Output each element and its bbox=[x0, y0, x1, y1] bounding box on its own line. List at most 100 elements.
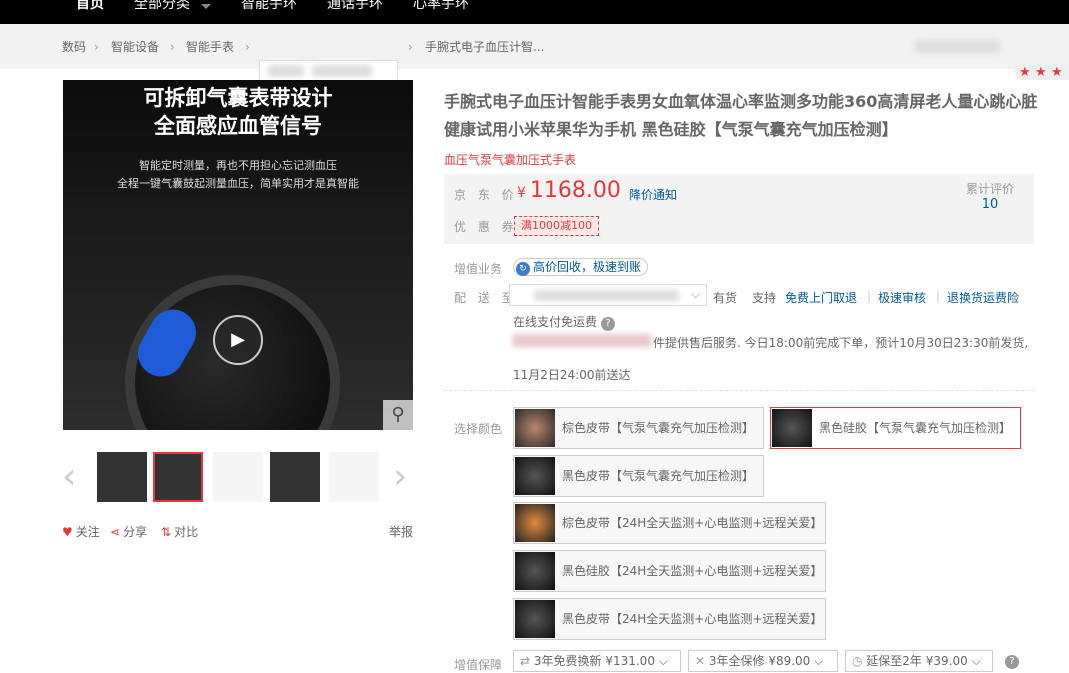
warranty-label: 增值保障 bbox=[454, 658, 503, 672]
breadcrumb-separator-icon: › bbox=[170, 40, 175, 54]
option-thumbnail bbox=[515, 457, 555, 495]
star-icon: ★ bbox=[1051, 65, 1063, 80]
blurred-shop-name bbox=[268, 65, 304, 77]
divider: | bbox=[867, 289, 872, 303]
zoom-icon[interactable]: ⚲ bbox=[383, 400, 413, 430]
warranty-option[interactable]: ◷ 延保至2年 ¥39.00 ⌵ bbox=[845, 650, 993, 672]
option-thumbnail bbox=[515, 504, 555, 542]
option-thumbnail bbox=[515, 409, 555, 447]
breadcrumb: 数码 › 智能设备 › 智能手表 › › 手腕式电子血压计智... ★ ★ ★ bbox=[0, 24, 1069, 82]
recycle-icon: ↻ bbox=[516, 262, 530, 276]
option-thumbnail bbox=[515, 600, 555, 638]
breadcrumb-item[interactable]: 智能设备 bbox=[111, 40, 159, 54]
price-amount: 1168.00 bbox=[529, 178, 621, 203]
shipping-eta: 件提供售后服务. 今日18:00前完成下单，预计10月30日23:30前发货, bbox=[653, 336, 1029, 350]
follow-label: 关注 bbox=[75, 525, 100, 539]
shipping-eta-2: 11月2日24:00前送达 bbox=[513, 368, 631, 382]
shop-name-box[interactable] bbox=[259, 60, 398, 82]
color-option[interactable]: 棕色皮带【气泵气囊充气加压检测】 bbox=[513, 407, 764, 449]
breadcrumb-item[interactable]: 智能手表 bbox=[186, 40, 234, 54]
nav-all-categories[interactable]: 全部分类 bbox=[134, 0, 190, 12]
option-label: 棕色皮带【气泵气囊充气加压检测】 bbox=[562, 421, 755, 435]
product-subtitle[interactable]: 血压气泵气囊加压式手表 bbox=[444, 151, 576, 168]
thumb-next-arrow-icon[interactable]: › bbox=[393, 455, 407, 499]
chevron-down-icon: ⌵ bbox=[814, 654, 824, 668]
price-label: 京 东 价 bbox=[454, 188, 518, 202]
option-label: 黑色硅胶【24H全天监测+心电监测+远程关爱】 bbox=[562, 564, 823, 578]
blurred-address bbox=[534, 290, 679, 301]
coupon-label: 优 惠 券 bbox=[454, 220, 518, 234]
color-option-selected[interactable]: 黑色硅胶【气泵气囊充气加压检测】 bbox=[770, 407, 1021, 449]
reviews-count: 10 bbox=[981, 197, 999, 212]
image-caption: 全程一键气囊鼓起测量血压，简单实用才是真智能 bbox=[117, 177, 359, 190]
store-rating: ★ ★ ★ bbox=[1015, 64, 1069, 80]
address-selector[interactable]: ⌵ bbox=[509, 284, 707, 306]
service-return-insurance-link[interactable]: 退换货运费险 bbox=[947, 289, 1019, 306]
value-added-label: 增值业务 bbox=[454, 262, 503, 276]
nav-home[interactable]: 首页 bbox=[76, 0, 104, 12]
chevron-down-icon[interactable] bbox=[201, 4, 211, 9]
help-icon[interactable]: ? bbox=[1005, 655, 1019, 669]
nav-smart-band[interactable]: 智能手环 bbox=[241, 0, 297, 12]
thumbnail[interactable] bbox=[270, 452, 320, 502]
color-option[interactable]: 棕色皮带【24H全天监测+心电监测+远程关爱】 bbox=[513, 502, 826, 544]
service-pickup-link[interactable]: 免费上门取退 bbox=[785, 289, 857, 306]
compare-button[interactable]: ⇅ 对比 bbox=[161, 524, 198, 540]
repair-icon: ✕ bbox=[695, 654, 709, 668]
color-label: 选择颜色 bbox=[454, 422, 503, 436]
exchange-icon: ⇄ bbox=[520, 654, 534, 668]
option-label: 黑色皮带【气泵气囊充气加压检测】 bbox=[562, 469, 755, 483]
color-option[interactable]: 黑色皮带【气泵气囊充气加压检测】 bbox=[513, 455, 764, 497]
color-option[interactable]: 黑色皮带【24H全天监测+心电监测+远程关爱】 bbox=[513, 598, 826, 640]
thumb-prev-arrow-icon[interactable]: ‹ bbox=[62, 455, 76, 499]
chevron-down-icon: ⌵ bbox=[971, 654, 981, 668]
warranty-option-label: 延保至2年 ¥39.00 bbox=[866, 654, 968, 668]
thumbnail[interactable] bbox=[329, 452, 379, 502]
nav-heart-band[interactable]: 心率手环 bbox=[413, 0, 469, 12]
image-headline: 可拆卸气囊表带设计 bbox=[143, 86, 333, 110]
option-thumbnail bbox=[772, 409, 812, 447]
coupon-badge[interactable]: 满1000减100 bbox=[514, 216, 599, 236]
divider bbox=[444, 390, 1034, 391]
option-label: 黑色皮带【24H全天监测+心电监测+远程关爱】 bbox=[562, 612, 823, 626]
chevron-down-icon: ⌵ bbox=[658, 654, 668, 668]
product-title: 手腕式电子血压计智能手表男女血氧体温心率监测多功能360高清屏老人量心跳心脏健康… bbox=[444, 92, 1038, 139]
follow-button[interactable]: ♥ 关注 bbox=[62, 524, 100, 540]
blurred-shop-name bbox=[312, 65, 372, 77]
stock-status: 有货 bbox=[713, 291, 738, 305]
service-fast-review-link[interactable]: 极速审核 bbox=[878, 289, 926, 306]
image-caption: 智能定时测量，再也不用担心忘记测血压 bbox=[139, 159, 337, 172]
star-icon: ★ bbox=[1035, 65, 1047, 80]
currency-symbol: ¥ bbox=[517, 185, 526, 201]
warranty-option-label: 3年免费换新 ¥131.00 bbox=[533, 654, 655, 668]
color-option[interactable]: 黑色硅胶【24H全天监测+心电监测+远程关爱】 bbox=[513, 550, 826, 592]
share-icon: ⋖ bbox=[110, 525, 121, 539]
divider: | bbox=[936, 289, 941, 303]
top-nav: 首页 全部分类 智能手环 通话手环 心率手环 bbox=[0, 0, 1069, 24]
price-notify-link[interactable]: 降价通知 bbox=[629, 186, 677, 203]
help-icon[interactable]: ? bbox=[601, 317, 616, 331]
main-product-image[interactable]: 可拆卸气囊表带设计 全面感应血管信号 智能定时测量，再也不用担心忘记测血压 全程… bbox=[63, 80, 413, 430]
compare-label: 对比 bbox=[174, 525, 199, 539]
star-icon: ★ bbox=[1019, 65, 1031, 80]
play-icon[interactable]: ▶ bbox=[213, 315, 263, 365]
thumbnail-selected[interactable] bbox=[153, 452, 203, 502]
price-panel: 京 东 价 ¥1168.00 降价通知 累计评价 10 优 惠 券 满1000减1… bbox=[444, 174, 1034, 244]
heart-icon: ♥ bbox=[62, 525, 73, 539]
support-label: 支持 bbox=[752, 291, 777, 305]
report-link[interactable]: 举报 bbox=[389, 524, 413, 540]
share-button[interactable]: ⋖ 分享 bbox=[110, 524, 147, 540]
breadcrumb-item[interactable]: 数码 bbox=[62, 40, 86, 54]
review-count[interactable]: 累计评价 10 bbox=[966, 182, 1014, 212]
payment-label: 在线支付免运费 bbox=[513, 315, 598, 329]
thumbnail[interactable] bbox=[97, 452, 147, 502]
thumbnail[interactable] bbox=[213, 452, 263, 502]
compare-icon: ⇅ bbox=[161, 525, 172, 539]
recycle-badge[interactable]: ↻ 高价回收，极速到账 bbox=[513, 258, 649, 276]
warranty-option[interactable]: ✕ 3年全保修 ¥89.00 ⌵ bbox=[688, 650, 838, 672]
clock-icon: ◷ bbox=[852, 654, 867, 668]
option-thumbnail bbox=[515, 552, 555, 590]
blurred-seller bbox=[512, 334, 652, 347]
warranty-option[interactable]: ⇄ 3年免费换新 ¥131.00 ⌵ bbox=[513, 650, 681, 672]
nav-call-band[interactable]: 通话手环 bbox=[327, 0, 383, 12]
